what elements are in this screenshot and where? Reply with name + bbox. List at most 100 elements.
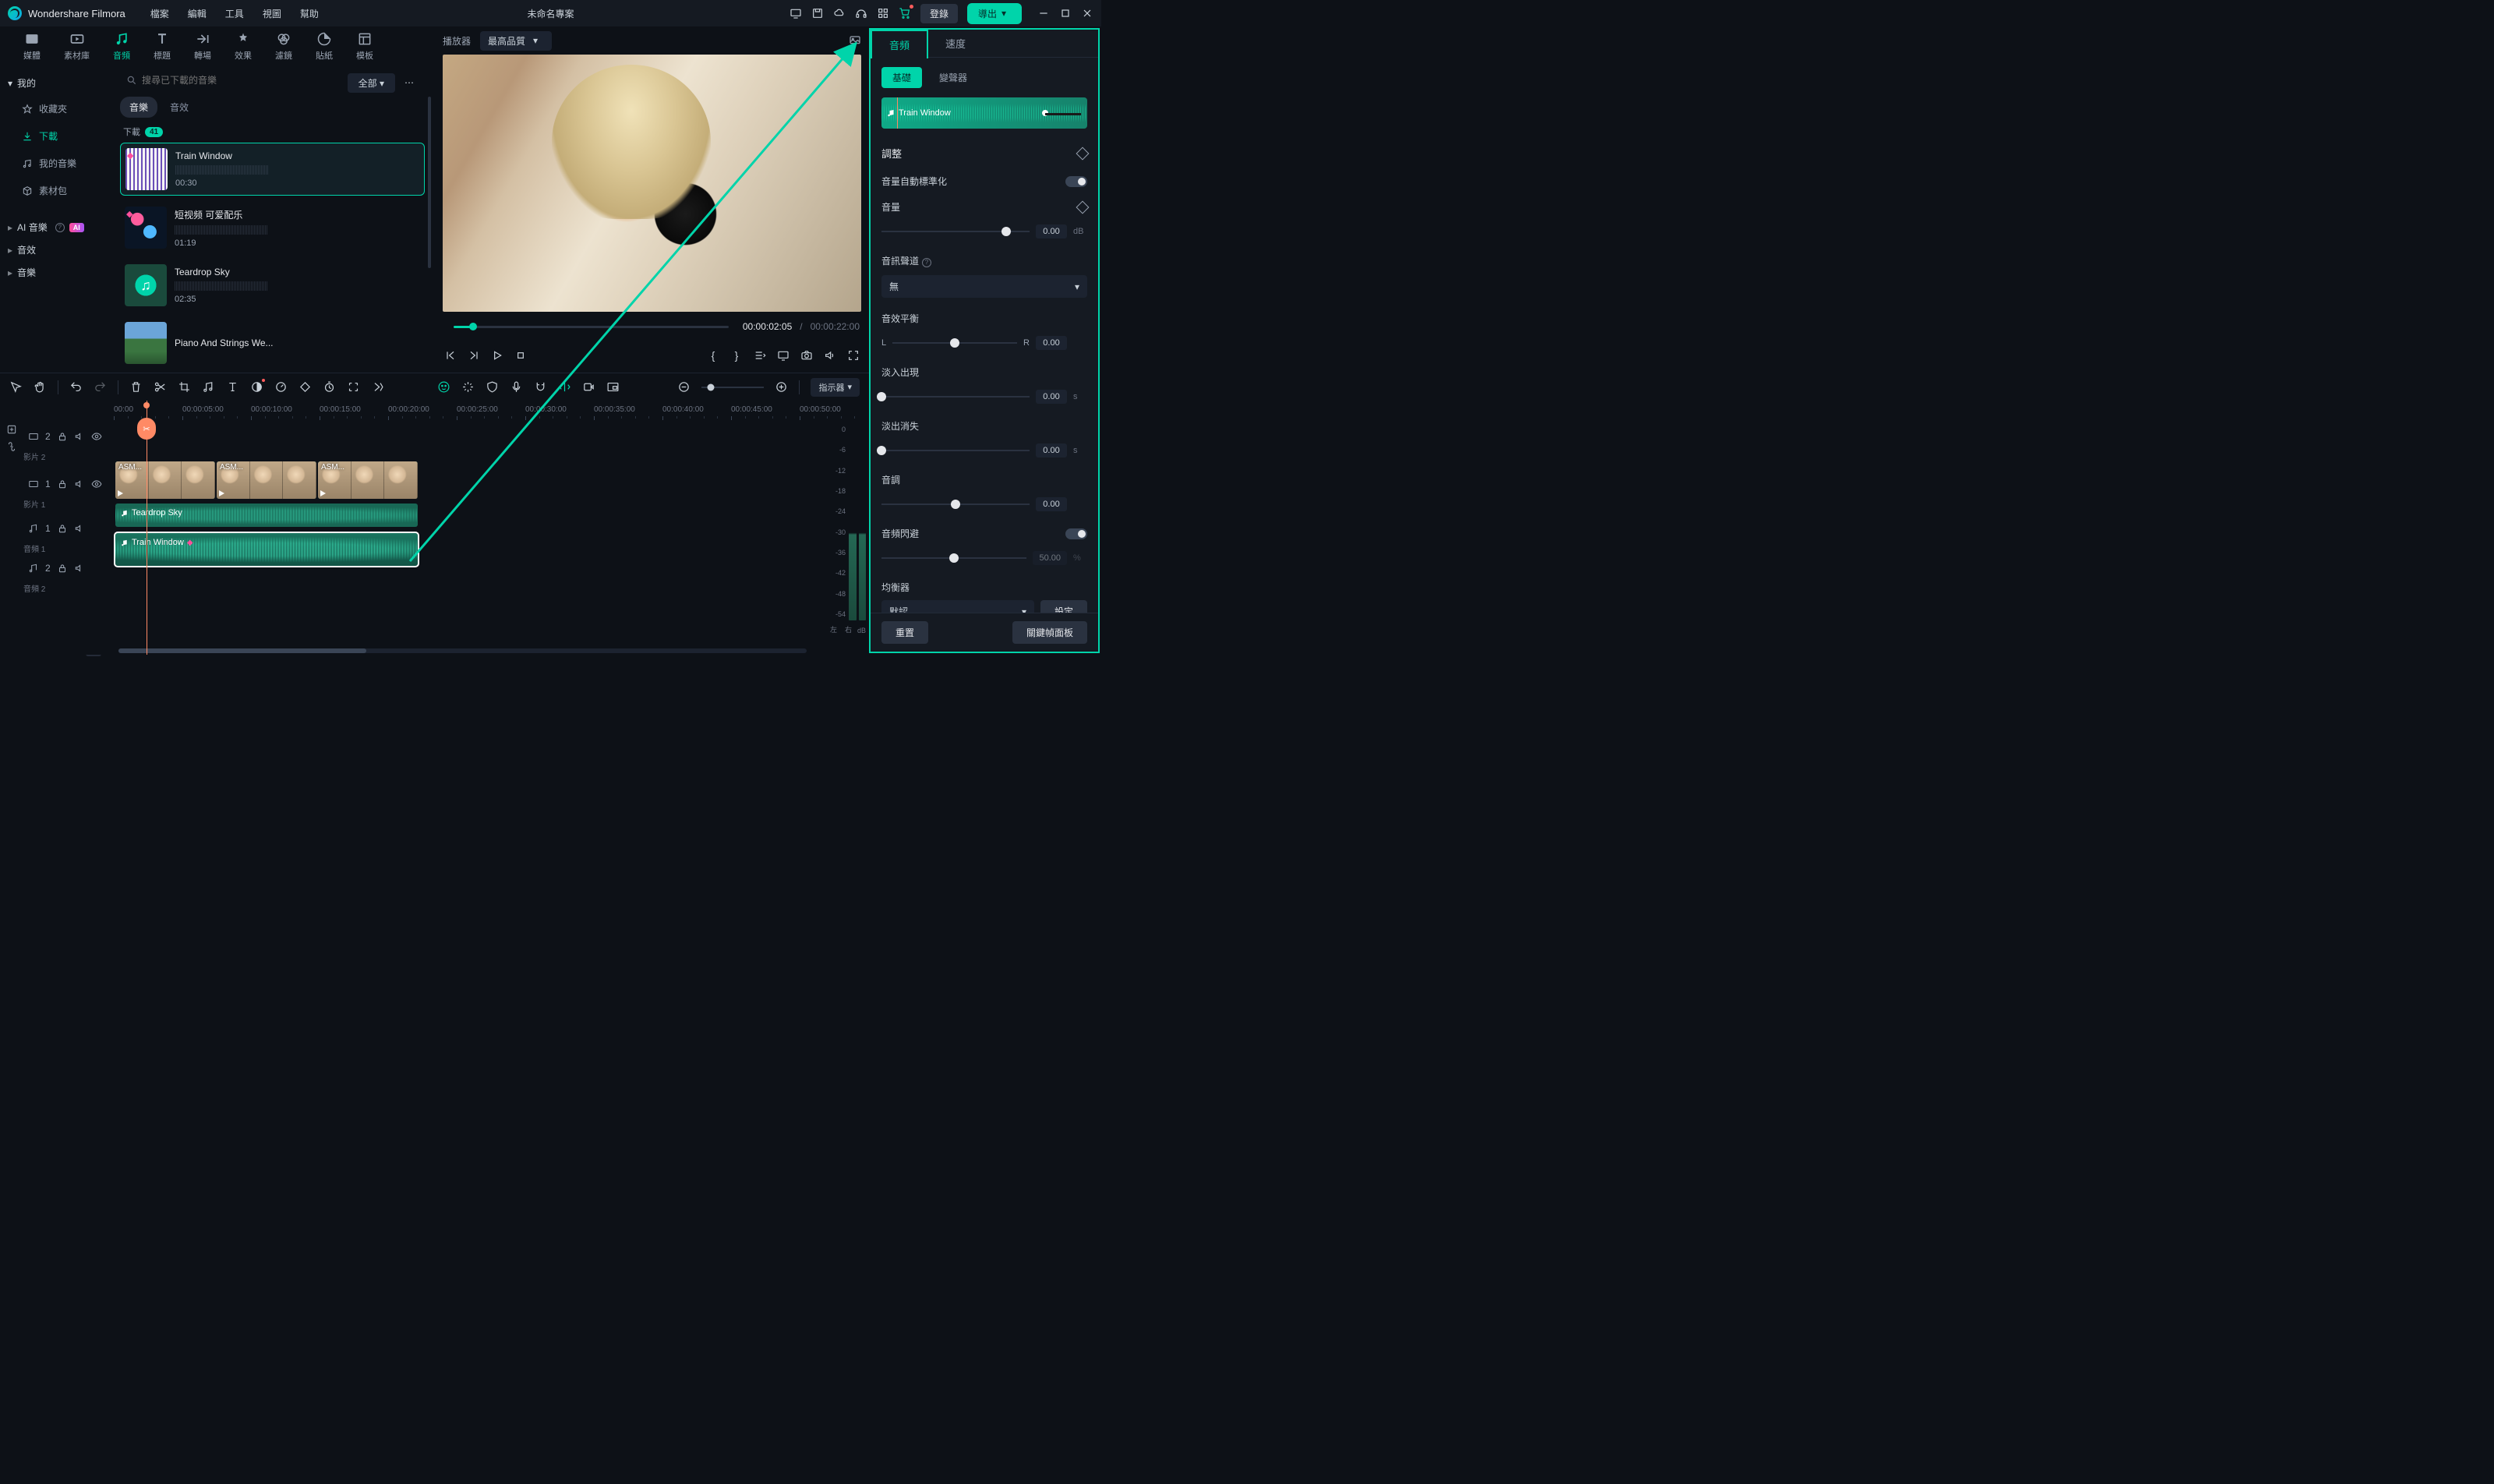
panel-tab-speed[interactable]: 速度 [928, 30, 983, 57]
play-icon[interactable] [491, 349, 503, 362]
mic-icon[interactable] [510, 380, 523, 394]
track-head-v2[interactable]: 2 [22, 422, 114, 450]
tree-sfx[interactable]: ▸音效 [8, 238, 112, 261]
scrollbar[interactable] [428, 97, 431, 268]
prev-frame-icon[interactable] [444, 349, 457, 362]
mark-in-icon[interactable]: { [707, 349, 719, 362]
volume-icon[interactable] [824, 349, 836, 362]
eq-settings-button[interactable]: 設定 [1040, 600, 1087, 613]
more-tools-icon[interactable] [371, 380, 384, 394]
track-head-a1[interactable]: 1 [22, 514, 114, 542]
video-clip[interactable]: ASM... [115, 461, 215, 499]
seek-bar[interactable] [454, 326, 729, 328]
text-icon[interactable] [226, 380, 239, 394]
headphones-icon[interactable] [855, 7, 867, 19]
device-icon[interactable] [790, 7, 802, 19]
export-button[interactable]: 導出▾ [967, 3, 1022, 24]
media-item[interactable]: Piano And Strings We... [120, 317, 425, 369]
media-item[interactable]: Train Window00:30 [120, 143, 425, 196]
filter-all[interactable]: 全部 ▾ [348, 73, 395, 93]
video-preview[interactable] [443, 55, 861, 312]
expand-icon[interactable] [347, 380, 360, 394]
tab-templates[interactable]: 模板 [345, 26, 384, 66]
mark-out-icon[interactable]: } [730, 349, 743, 362]
media-item[interactable]: Teardrop Sky02:35 [120, 260, 425, 311]
balance-value[interactable]: 0.00 [1036, 336, 1067, 350]
record-icon[interactable] [582, 380, 595, 394]
keyframe-icon[interactable] [299, 380, 312, 394]
magnet-icon[interactable] [534, 380, 547, 394]
stop-icon[interactable] [514, 349, 527, 362]
slider-balance[interactable] [892, 342, 1017, 344]
tree-downloads[interactable]: 下載 [8, 123, 112, 149]
slider-volume[interactable] [881, 231, 1030, 232]
camera-icon[interactable] [800, 349, 813, 362]
tree-favorites[interactable]: 收藏夾 [8, 96, 112, 122]
reset-button[interactable]: 重置 [881, 621, 928, 644]
subtab-sfx[interactable]: 音效 [161, 97, 198, 118]
subtab-voicechange[interactable]: 變聲器 [928, 67, 978, 88]
track-head-v1[interactable]: 1 [22, 470, 114, 498]
markers-dropdown[interactable] [754, 349, 766, 362]
keyframe-diamond-icon[interactable] [1076, 147, 1090, 160]
info-icon[interactable]: ? [922, 258, 931, 267]
menu-tools[interactable]: 工具 [216, 7, 253, 20]
timer-icon[interactable] [323, 380, 336, 394]
ai-face-icon[interactable] [437, 380, 450, 394]
h-scrollbar[interactable] [118, 648, 807, 653]
track-head-a2[interactable]: 2 [22, 554, 114, 582]
minimize-icon[interactable] [1037, 7, 1050, 19]
undo-icon[interactable] [69, 380, 83, 394]
duck-value[interactable]: 50.00 [1033, 551, 1067, 565]
mute-icon[interactable] [74, 479, 85, 489]
crop-icon[interactable] [178, 380, 191, 394]
apps-icon[interactable] [877, 7, 889, 19]
lock-icon[interactable] [57, 479, 68, 489]
keyframe-panel-button[interactable]: 關鍵幀面板 [1012, 621, 1087, 644]
tree-packs[interactable]: 素材包 [8, 178, 112, 203]
switch-duck[interactable] [1065, 528, 1087, 539]
tab-transitions[interactable]: 轉場 [183, 26, 222, 66]
close-icon[interactable] [1081, 7, 1093, 19]
subtab-basic[interactable]: 基礎 [881, 67, 922, 88]
hand-tool-icon[interactable] [34, 380, 47, 394]
tab-stickers[interactable]: 貼紙 [305, 26, 344, 66]
video-clip[interactable]: ASM... [318, 461, 418, 499]
volume-value[interactable]: 0.00 [1036, 224, 1067, 238]
slider-duck[interactable] [881, 557, 1026, 559]
quality-select[interactable]: 最高品質▾ [480, 31, 552, 51]
panel-tab-audio[interactable]: 音頻 [871, 30, 928, 58]
media-item[interactable]: 短视频 可爱配乐01:19 [120, 202, 425, 253]
snapshot-icon[interactable] [849, 34, 861, 48]
cloud-icon[interactable] [833, 7, 846, 19]
switch-autonorm[interactable] [1065, 176, 1087, 187]
tree-music[interactable]: ▸音樂 [8, 261, 112, 284]
timeline-ruler[interactable]: 00:0000:00:05:0000:00:10:0000:00:15:0000… [114, 401, 869, 422]
zoom-out-icon[interactable] [677, 380, 691, 394]
audio-edit-icon[interactable] [202, 380, 215, 394]
fadeout-value[interactable]: 0.00 [1036, 443, 1067, 458]
sparkle-icon[interactable] [461, 380, 475, 394]
login-button[interactable]: 登錄 [920, 4, 958, 23]
eye-icon[interactable] [91, 479, 102, 489]
slider-fadeout[interactable] [881, 450, 1030, 451]
video-clip[interactable]: ASM... [217, 461, 316, 499]
next-frame-icon[interactable] [468, 349, 480, 362]
audio-clip-selected[interactable]: Train Window◆ [115, 533, 418, 566]
mute-icon[interactable] [74, 563, 85, 574]
color-icon[interactable] [250, 380, 263, 394]
lock-icon[interactable] [57, 523, 68, 534]
slider-pitch[interactable] [881, 504, 1030, 505]
menu-file[interactable]: 檔案 [141, 7, 178, 20]
tab-audio[interactable]: 音頻 [102, 26, 141, 66]
tree-my-music[interactable]: 我的音樂 [8, 150, 112, 176]
speed-icon[interactable] [274, 380, 288, 394]
pip-icon[interactable] [606, 380, 620, 394]
split-icon[interactable] [154, 380, 167, 394]
mute-icon[interactable] [74, 431, 85, 442]
link-icon[interactable] [5, 440, 19, 454]
slider-fadein[interactable] [881, 396, 1030, 398]
tab-titles[interactable]: 標題 [143, 26, 182, 66]
zoom-in-icon[interactable] [775, 380, 788, 394]
pitch-value[interactable]: 0.00 [1036, 497, 1067, 511]
